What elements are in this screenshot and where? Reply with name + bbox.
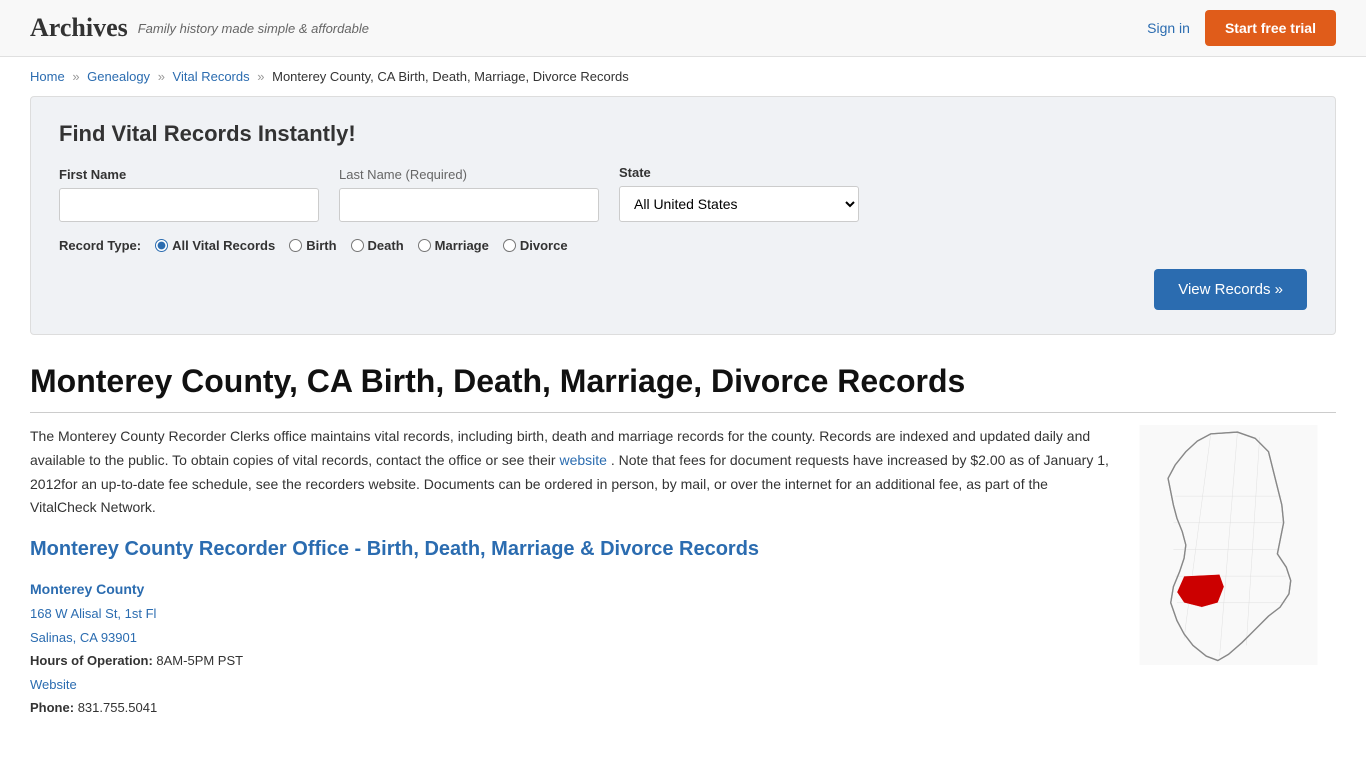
header-left: Archives Family history made simple & af… [30,13,369,43]
radio-marriage[interactable] [418,239,431,252]
breadcrumb-vital-records[interactable]: Vital Records [173,69,250,84]
breadcrumb: Home » Genealogy » Vital Records » Monte… [0,57,1366,96]
start-trial-button[interactable]: Start free trial [1205,10,1336,46]
hours-label: Hours of Operation: [30,653,153,668]
radio-divorce-label: Divorce [520,238,568,253]
required-tag: (Required) [406,167,467,182]
radio-birth[interactable] [289,239,302,252]
breadcrumb-current: Monterey County, CA Birth, Death, Marria… [272,69,629,84]
state-label: State [619,165,859,180]
record-type-divorce[interactable]: Divorce [503,238,568,253]
body-paragraph: The Monterey County Recorder Clerks offi… [30,425,1112,520]
radio-birth-label: Birth [306,238,336,253]
office-phone: Phone: 831.755.5041 [30,696,1112,719]
recorder-office-heading: Monterey County Recorder Office - Birth,… [30,538,1112,561]
first-name-group: First Name [59,167,319,222]
website-link-inline[interactable]: website [559,452,606,468]
radio-marriage-label: Marriage [435,238,489,253]
view-records-button[interactable]: View Records » [1154,269,1307,310]
page-title: Monterey County, CA Birth, Death, Marria… [30,363,1336,413]
record-type-marriage[interactable]: Marriage [418,238,489,253]
last-name-input[interactable] [339,188,599,222]
state-select[interactable]: All United StatesAlabamaAlaskaArizonaArk… [619,186,859,222]
office-address1: 168 W Alisal St, 1st Fl [30,602,1112,625]
office-hours: Hours of Operation: 8AM-5PM PST [30,649,1112,672]
radio-divorce[interactable] [503,239,516,252]
last-name-label: Last Name (Required) [339,167,599,182]
phone-label: Phone: [30,700,74,715]
form-row-fields: First Name Last Name (Required) State Al… [59,165,1307,222]
state-group: State All United StatesAlabamaAlaskaAriz… [619,165,859,222]
breadcrumb-home[interactable]: Home [30,69,65,84]
content-text: The Monterey County Recorder Clerks offi… [30,425,1112,719]
radio-all-vital-label: All Vital Records [172,238,275,253]
breadcrumb-genealogy[interactable]: Genealogy [87,69,150,84]
search-heading: Find Vital Records Instantly! [59,121,1307,147]
office-name: Monterey County [30,577,1112,602]
sign-in-link[interactable]: Sign in [1147,20,1190,36]
header: Archives Family history made simple & af… [0,0,1366,57]
breadcrumb-sep1: » [72,69,79,84]
form-bottom: View Records » [59,269,1307,310]
record-type-birth[interactable]: Birth [289,238,336,253]
office-address2: Salinas, CA 93901 [30,626,1112,649]
breadcrumb-sep3: » [257,69,264,84]
first-name-input[interactable] [59,188,319,222]
phone-value-text: 831.755.5041 [78,700,158,715]
content-area: The Monterey County Recorder Clerks offi… [30,425,1336,719]
radio-all-vital[interactable] [155,239,168,252]
first-name-label: First Name [59,167,319,182]
ca-map-container [1136,425,1336,719]
record-type-all-vital[interactable]: All Vital Records [155,238,275,253]
breadcrumb-sep2: » [158,69,165,84]
office-details: Monterey County 168 W Alisal St, 1st Fl … [30,577,1112,719]
record-type-row: Record Type: All Vital Records Birth Dea… [59,238,1307,253]
radio-death[interactable] [351,239,364,252]
office-website-link[interactable]: Website [30,677,77,692]
last-name-group: Last Name (Required) [339,167,599,222]
archives-logo: Archives [30,13,128,43]
hours-value-text: 8AM-5PM PST [156,653,243,668]
california-map [1136,425,1321,665]
record-type-label: Record Type: [59,238,141,253]
logo-tagline: Family history made simple & affordable [138,21,369,36]
radio-death-label: Death [368,238,404,253]
main-content: Find Vital Records Instantly! First Name… [0,96,1366,749]
header-right: Sign in Start free trial [1147,10,1336,46]
search-box: Find Vital Records Instantly! First Name… [30,96,1336,335]
record-type-death[interactable]: Death [351,238,404,253]
